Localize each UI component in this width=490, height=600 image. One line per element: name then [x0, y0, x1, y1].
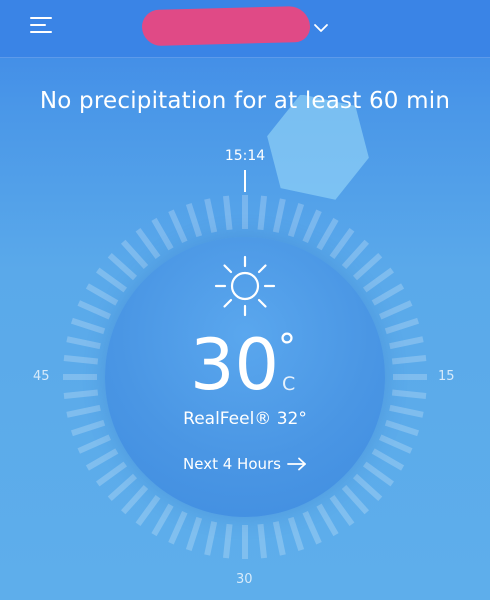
minute-tick	[341, 484, 370, 515]
minute-tick	[371, 283, 405, 306]
redaction-mark	[141, 5, 311, 47]
dial-label-30: 30	[236, 572, 253, 587]
minute-tick	[70, 419, 106, 437]
minute-tick	[384, 317, 420, 335]
minute-tick	[316, 217, 339, 251]
minute-tick	[391, 389, 427, 400]
minute-tick	[272, 198, 286, 233]
minute-tick	[378, 434, 413, 454]
dial-label-45: 45	[33, 369, 50, 384]
minute-tick	[378, 300, 413, 320]
chevron-down-icon	[314, 24, 328, 32]
minute-tick	[66, 404, 101, 418]
realfeel-value: RealFeel® 32°	[183, 409, 307, 429]
minute-tick	[77, 434, 112, 454]
next-hours-link[interactable]: Next 4 Hours	[105, 455, 385, 473]
minute-tick	[120, 239, 149, 270]
minute-tick	[204, 198, 218, 233]
minute-tick	[257, 523, 268, 559]
minute-tick	[120, 484, 149, 515]
minute-tick	[85, 283, 119, 306]
minute-tick	[352, 473, 383, 502]
current-time-label: 15:14	[224, 148, 266, 164]
minute-tick	[329, 494, 355, 527]
minute-tick	[352, 252, 383, 281]
minute-tick	[287, 516, 305, 552]
minute-tick	[185, 202, 203, 238]
arrow-right-icon	[287, 457, 306, 471]
temperature-unit: C	[282, 373, 296, 395]
minute-tick	[168, 209, 188, 244]
minute-tick	[272, 521, 286, 556]
minute-tick	[391, 354, 427, 365]
minute-tick	[135, 494, 161, 527]
minute-tick	[151, 503, 174, 537]
degree-symbol: °	[278, 327, 296, 368]
minute-tick	[302, 510, 322, 545]
sun-icon	[214, 255, 276, 317]
location-selector[interactable]	[141, 5, 335, 47]
minute-tick	[302, 209, 322, 244]
minute-tick	[107, 473, 138, 502]
minute-tick	[341, 239, 370, 270]
minute-tick	[362, 267, 395, 293]
minute-tick	[168, 510, 188, 545]
minute-tick	[77, 300, 112, 320]
minute-tick	[135, 227, 161, 260]
minute-tick	[287, 202, 305, 238]
minute-tick	[329, 227, 355, 260]
next-hours-label: Next 4 Hours	[183, 455, 281, 473]
minute-tick	[316, 503, 339, 537]
minute-tick	[389, 336, 424, 350]
minute-tick	[222, 523, 233, 559]
minute-tick	[151, 217, 174, 251]
minute-tick	[107, 252, 138, 281]
minute-tick	[257, 195, 268, 231]
minute-tick	[222, 195, 233, 231]
top-bar	[0, 0, 490, 58]
dial-label-15: 15	[438, 369, 455, 384]
temperature-value: 30	[190, 324, 280, 406]
current-time-marker	[244, 170, 246, 192]
minute-tick	[95, 267, 128, 293]
minute-tick	[66, 336, 101, 350]
minute-tick	[389, 404, 424, 418]
precipitation-message: No precipitation for at least 60 min	[39, 88, 451, 114]
minute-tick	[204, 521, 218, 556]
minute-tick	[63, 354, 99, 365]
minute-tick	[185, 516, 203, 552]
minute-tick	[384, 419, 420, 437]
hamburger-menu-icon[interactable]	[30, 17, 52, 35]
minute-tick	[70, 317, 106, 335]
minute-tick	[63, 389, 99, 400]
